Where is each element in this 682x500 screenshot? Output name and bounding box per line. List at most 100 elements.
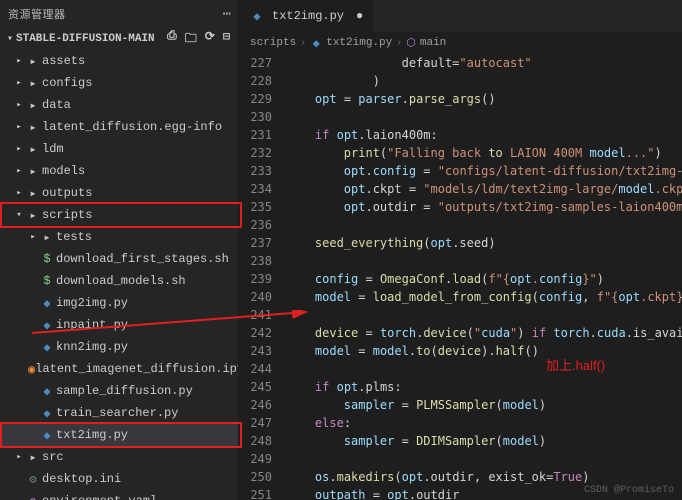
root-folder-name: STABLE-DIFFUSION-MAIN: [16, 33, 167, 45]
breadcrumb[interactable]: scripts › ◆ txt2img.py › ⬡ main: [238, 32, 682, 54]
crumb-file: txt2img.py: [326, 37, 392, 49]
folder-icon: ▸: [24, 450, 42, 465]
file-tree: ▸▸assets▸▸configs▸▸data▸▸latent_diffusio…: [0, 50, 238, 500]
chevron-right-icon: ›: [300, 38, 306, 49]
tree-label: latent_imagenet_diffusion.ipynb: [35, 362, 238, 376]
tree-label: outputs: [42, 186, 92, 200]
tree-item[interactable]: ▸▸outputs: [0, 182, 238, 204]
chevron-down-icon: ▾: [4, 33, 16, 45]
tree-label: assets: [42, 54, 85, 68]
tab-bar: ◆ txt2img.py: [238, 0, 682, 32]
folder-scripts[interactable]: ▾▸scripts: [0, 204, 238, 226]
py-icon: ◆: [38, 406, 56, 421]
tree-item[interactable]: ▸▸models: [0, 160, 238, 182]
chevron-right-icon: ›: [396, 38, 402, 49]
explorer-title: 资源管理器: [8, 6, 223, 22]
ini-icon: ⚙: [24, 472, 42, 487]
tree-item[interactable]: ◆sample_diffusion.py: [0, 380, 238, 402]
tree-label: download_first_stages.sh: [56, 252, 229, 266]
yaml-icon: ⚙: [24, 494, 42, 500]
chevron-icon: ▸: [14, 166, 24, 176]
py-icon: ◆: [38, 318, 56, 333]
more-icon[interactable]: ⋯: [223, 6, 230, 23]
tree-item[interactable]: ◆train_searcher.py: [0, 402, 238, 424]
tree-item[interactable]: ⚙environment.yaml: [0, 490, 238, 500]
tree-label: latent_diffusion.egg-info: [42, 120, 222, 134]
sh-icon: $: [38, 252, 56, 266]
tree-item[interactable]: ◆knn2img.py: [0, 336, 238, 358]
py-icon: ◆: [38, 384, 56, 399]
chevron-icon: ▾: [14, 210, 24, 220]
folder-icon: ▸: [24, 120, 42, 135]
tree-item[interactable]: $download_models.sh: [0, 270, 238, 292]
py-icon: ◆: [38, 428, 56, 443]
tree-label: inpaint.py: [56, 318, 128, 332]
watermark: CSDN @PromiseTo: [584, 485, 674, 496]
folder-icon: ▸: [24, 164, 42, 179]
tree-label: environment.yaml: [42, 494, 157, 500]
tab-txt2img[interactable]: ◆ txt2img.py: [238, 0, 374, 32]
chevron-icon: ▸: [28, 232, 38, 242]
folder-icon: ▸: [24, 208, 42, 223]
line-gutter: 2272282292302312322332342352362372382392…: [238, 54, 286, 500]
chevron-icon: ▸: [14, 78, 24, 88]
tree-label: data: [42, 98, 71, 112]
python-icon: ◆: [248, 9, 266, 24]
file-txt2img[interactable]: ◆txt2img.py: [0, 424, 238, 446]
crumb-symbol: main: [420, 37, 446, 49]
tree-item[interactable]: ◉latent_imagenet_diffusion.ipynb: [0, 358, 238, 380]
code-editor[interactable]: 2272282292302312322332342352362372382392…: [238, 54, 682, 500]
annotation-label: 加上.half(): [546, 355, 605, 374]
folder-icon: ▸: [24, 54, 42, 69]
ipynb-icon: ◉: [28, 362, 35, 377]
explorer-sidebar: 资源管理器 ⋯ ▾ STABLE-DIFFUSION-MAIN ⎙ 🗀 ⟳ ⊟ …: [0, 0, 238, 500]
tree-label: knn2img.py: [56, 340, 128, 354]
tree-item[interactable]: ▸▸latent_diffusion.egg-info: [0, 116, 238, 138]
tree-label: img2img.py: [56, 296, 128, 310]
tree-item[interactable]: ⚙desktop.ini: [0, 468, 238, 490]
tree-label: scripts: [42, 208, 92, 222]
folder-icon: ▸: [24, 186, 42, 201]
symbol-icon: ⬡: [406, 36, 416, 50]
tree-label: desktop.ini: [42, 472, 121, 486]
folder-icon: ▸: [38, 230, 56, 245]
python-icon: ◆: [310, 36, 322, 51]
chevron-icon: ▸: [14, 100, 24, 110]
code-content[interactable]: default="autocast" ) opt = parser.parse_…: [286, 54, 682, 500]
tree-label: train_searcher.py: [56, 406, 178, 420]
explorer-header: 资源管理器 ⋯: [0, 0, 238, 28]
tree-item[interactable]: ▸▸ldm: [0, 138, 238, 160]
folder-icon: ▸: [24, 98, 42, 113]
tree-label: configs: [42, 76, 92, 90]
py-icon: ◆: [38, 340, 56, 355]
tree-label: ldm: [42, 142, 64, 156]
tree-label: models: [42, 164, 85, 178]
py-icon: ◆: [38, 296, 56, 311]
tree-label: sample_diffusion.py: [56, 384, 193, 398]
chevron-icon: ▸: [14, 452, 24, 462]
tree-label: tests: [56, 230, 92, 244]
tree-item[interactable]: ▸▸assets: [0, 50, 238, 72]
new-folder-icon[interactable]: 🗀: [185, 29, 197, 50]
tree-item[interactable]: ▸▸configs: [0, 72, 238, 94]
tree-label: src: [42, 450, 64, 464]
tree-item[interactable]: $download_first_stages.sh: [0, 248, 238, 270]
tree-item[interactable]: ◆inpaint.py: [0, 314, 238, 336]
tree-item[interactable]: ▸▸src: [0, 446, 238, 468]
new-file-icon[interactable]: ⎙: [167, 29, 177, 50]
sh-icon: $: [38, 274, 56, 288]
tree-item[interactable]: ▸▸tests: [0, 226, 238, 248]
refresh-icon[interactable]: ⟳: [205, 29, 215, 50]
tree-item[interactable]: ▸▸data: [0, 94, 238, 116]
tree-label: download_models.sh: [56, 274, 186, 288]
editor-pane: ◆ txt2img.py scripts › ◆ txt2img.py › ⬡ …: [238, 0, 682, 500]
tree-item[interactable]: ◆img2img.py: [0, 292, 238, 314]
crumb-folder: scripts: [250, 37, 296, 49]
chevron-icon: ▸: [14, 144, 24, 154]
chevron-icon: ▸: [14, 122, 24, 132]
folder-icon: ▸: [24, 142, 42, 157]
folder-icon: ▸: [24, 76, 42, 91]
collapse-icon[interactable]: ⊟: [223, 29, 230, 50]
folder-root[interactable]: ▾ STABLE-DIFFUSION-MAIN ⎙ 🗀 ⟳ ⊟: [0, 28, 238, 50]
chevron-icon: ▸: [14, 188, 24, 198]
